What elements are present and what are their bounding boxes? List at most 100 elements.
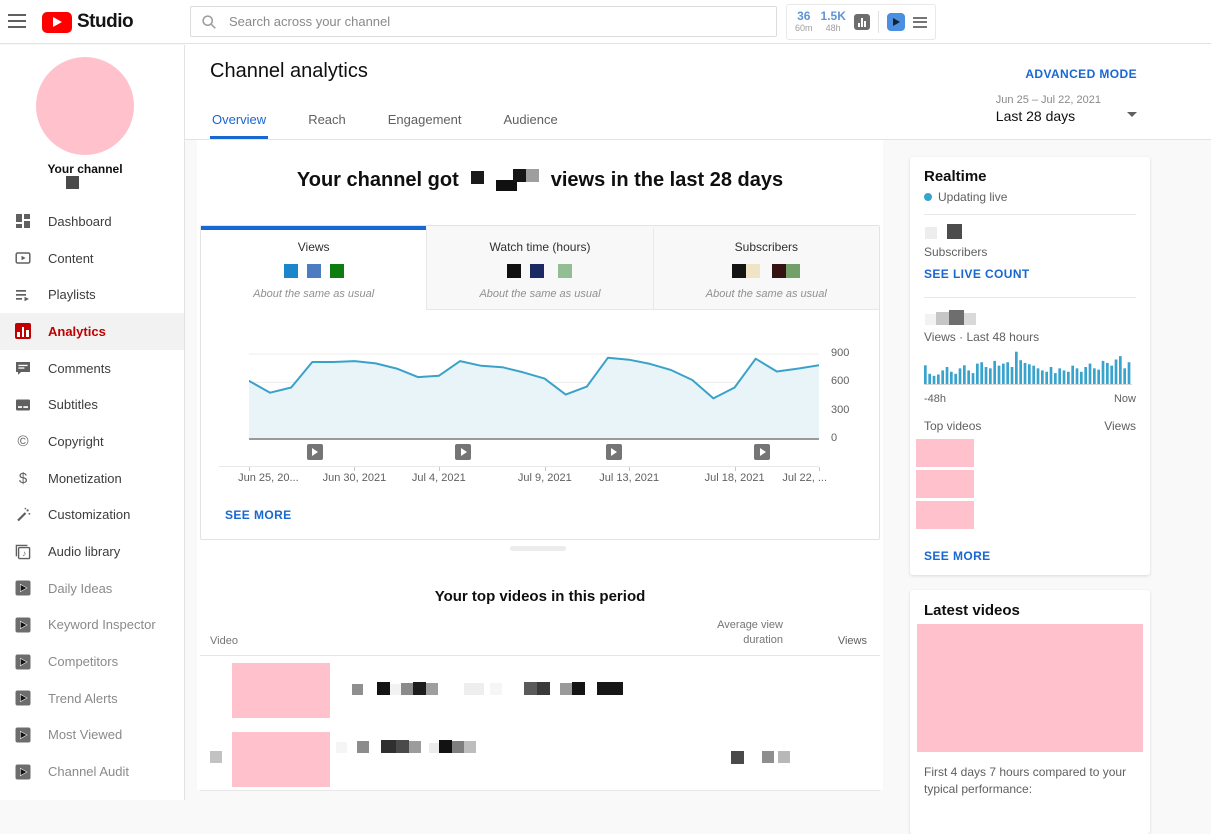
video-upload-marker[interactable] (754, 444, 770, 460)
video-thumbnail[interactable] (232, 663, 330, 718)
sidebar-item-analytics[interactable]: Analytics (0, 313, 184, 350)
views-column-label: Views (1104, 419, 1136, 433)
tab-engagement[interactable]: Engagement (386, 112, 464, 139)
analytics-header: Channel analytics ADVANCED MODE Overview… (185, 44, 1211, 140)
x-axis-tick: Jul 4, 2021 (412, 472, 466, 484)
extension-play-icon[interactable] (887, 13, 905, 31)
video-thumbnail[interactable] (916, 470, 974, 498)
sidebar-item-audio-library[interactable]: ♪Audio library (0, 533, 184, 570)
metric-label: Subscribers (654, 240, 879, 254)
metric-note: About the same as usual (654, 288, 879, 300)
duration-redacted (731, 751, 744, 764)
column-views: Views (838, 635, 867, 647)
stat-60m: 36 60m (795, 10, 813, 33)
updating-live: Updating live (924, 190, 1007, 204)
see-more-link[interactable]: SEE MORE (225, 508, 292, 522)
x-axis-tick: Jul 22, ... (782, 472, 827, 484)
video-title-redacted (336, 740, 476, 753)
metric-note: About the same as usual (427, 288, 652, 300)
tab-overview[interactable]: Overview (210, 112, 268, 139)
sidebar-item-label: Daily Ideas (48, 581, 112, 596)
subtitles-icon (15, 397, 31, 413)
search-bar[interactable] (190, 6, 777, 37)
axis-right-label: Now (1114, 393, 1136, 405)
x-axis (219, 466, 819, 467)
sidebar-item-most-viewed[interactable]: Most Viewed (0, 717, 184, 754)
sidebar-menu: Dashboard ContentPlaylists Analytics Commen… (0, 203, 184, 790)
sidebar-item-comments[interactable]: Comments (0, 350, 184, 387)
tab-audience[interactable]: Audience (502, 112, 560, 139)
search-input[interactable] (229, 14, 766, 29)
sidebar-item-label: Most Viewed (48, 727, 122, 742)
views-count-redacted (925, 310, 976, 325)
extension-menu-icon[interactable] (913, 17, 927, 28)
metric-label: Views (201, 240, 426, 254)
see-live-count-link[interactable]: SEE LIVE COUNT (924, 267, 1030, 281)
metric-value-redacted (201, 263, 426, 278)
svg-text:♪: ♪ (22, 549, 26, 558)
video-thumbnail[interactable] (916, 501, 974, 529)
sidebar-item-trend-alerts[interactable]: Trend Alerts (0, 680, 184, 717)
realtime-axis-labels: -48h Now (924, 393, 1136, 405)
sidebar-item-dashboard[interactable]: Dashboard (0, 203, 184, 240)
y-axis-tick: 900 (831, 347, 861, 359)
channel-avatar[interactable] (36, 57, 134, 155)
realtime-top-videos-list (916, 439, 974, 532)
video-thumbnail[interactable] (916, 439, 974, 467)
studio-brand-text: Studio (77, 11, 133, 33)
playlists-icon (15, 287, 31, 303)
sidebar-item-label: Dashboard (48, 214, 112, 229)
views-trend-plot (249, 353, 819, 440)
sidebar-item-monetization[interactable]: $Monetization (0, 460, 184, 497)
latest-video-thumbnail[interactable] (917, 624, 1143, 752)
realtime-bar-chart (924, 350, 1132, 391)
live-dot-icon (924, 193, 932, 201)
sidebar-item-copyright[interactable]: © Copyright (0, 423, 184, 460)
video-upload-marker[interactable] (455, 444, 471, 460)
metric-tab-views[interactable]: ViewsAbout the same as usual (201, 226, 426, 310)
sidebar-item-label: Competitors (48, 654, 118, 669)
views-last-48-hours-label: Views · Last 48 hours (924, 330, 1039, 344)
subscribers-label: Subscribers (924, 245, 987, 259)
table-row[interactable] (200, 656, 880, 723)
metric-tab-watch-time-hours-[interactable]: Watch time (hours) About the same as usua… (426, 226, 652, 310)
metric-label: Watch time (hours) (427, 240, 652, 254)
trend-alerts-icon (15, 690, 31, 706)
audio-library-icon: ♪ (15, 544, 31, 560)
headline-views-redacted (471, 169, 539, 191)
sidebar-item-keyword-inspector[interactable]: Keyword Inspector (0, 607, 184, 644)
analytics-tabs: Overview Reach Engagement Audience (210, 112, 598, 139)
menu-icon[interactable] (8, 14, 26, 28)
channel-audit-icon (15, 764, 31, 780)
see-more-link[interactable]: SEE MORE (924, 549, 991, 563)
extension-stats-widget[interactable]: 36 60m 1.5K 48h (786, 4, 936, 40)
youtube-studio-logo[interactable]: Studio (42, 11, 133, 33)
sidebar-item-label: Customization (48, 507, 130, 522)
sidebar-item-content[interactable]: Content (0, 240, 184, 277)
advanced-mode-link[interactable]: ADVANCED MODE (1025, 67, 1137, 81)
analytics-icon (15, 323, 31, 339)
sidebar-item-daily-ideas[interactable]: Daily Ideas (0, 570, 184, 607)
sidebar-item-competitors[interactable]: Competitors (0, 643, 184, 680)
sidebar-item-label: Comments (48, 361, 111, 376)
sidebar-item-channel-audit[interactable]: Channel Audit (0, 753, 184, 790)
metric-tab-subscribers[interactable]: Subscribers About the same as usual (653, 226, 879, 310)
channel-label: Your channel (0, 162, 170, 176)
latest-videos-title: Latest videos (924, 602, 1020, 619)
date-range-picker[interactable]: Jun 25 – Jul 22, 2021 Last 28 days (996, 94, 1137, 124)
sidebar-item-label: Analytics (48, 324, 106, 339)
sidebar-item-playlists[interactable]: Playlists (0, 276, 184, 313)
tab-reach[interactable]: Reach (306, 112, 348, 139)
competitors-icon (15, 654, 31, 670)
video-upload-marker[interactable] (307, 444, 323, 460)
topbar: Studio 36 60m 1.5K 48h (0, 0, 1211, 44)
sidebar-item-subtitles[interactable]: Subtitles (0, 386, 184, 423)
video-upload-marker[interactable] (606, 444, 622, 460)
sidebar-item-label: Copyright (48, 434, 104, 449)
keyword-inspector-icon (15, 617, 31, 633)
table-row[interactable] (200, 723, 880, 790)
subscriber-count-redacted (925, 224, 962, 239)
video-thumbnail[interactable] (232, 732, 330, 787)
sidebar-item-customization[interactable]: Customization (0, 497, 184, 534)
copyright-icon: © (15, 433, 31, 449)
